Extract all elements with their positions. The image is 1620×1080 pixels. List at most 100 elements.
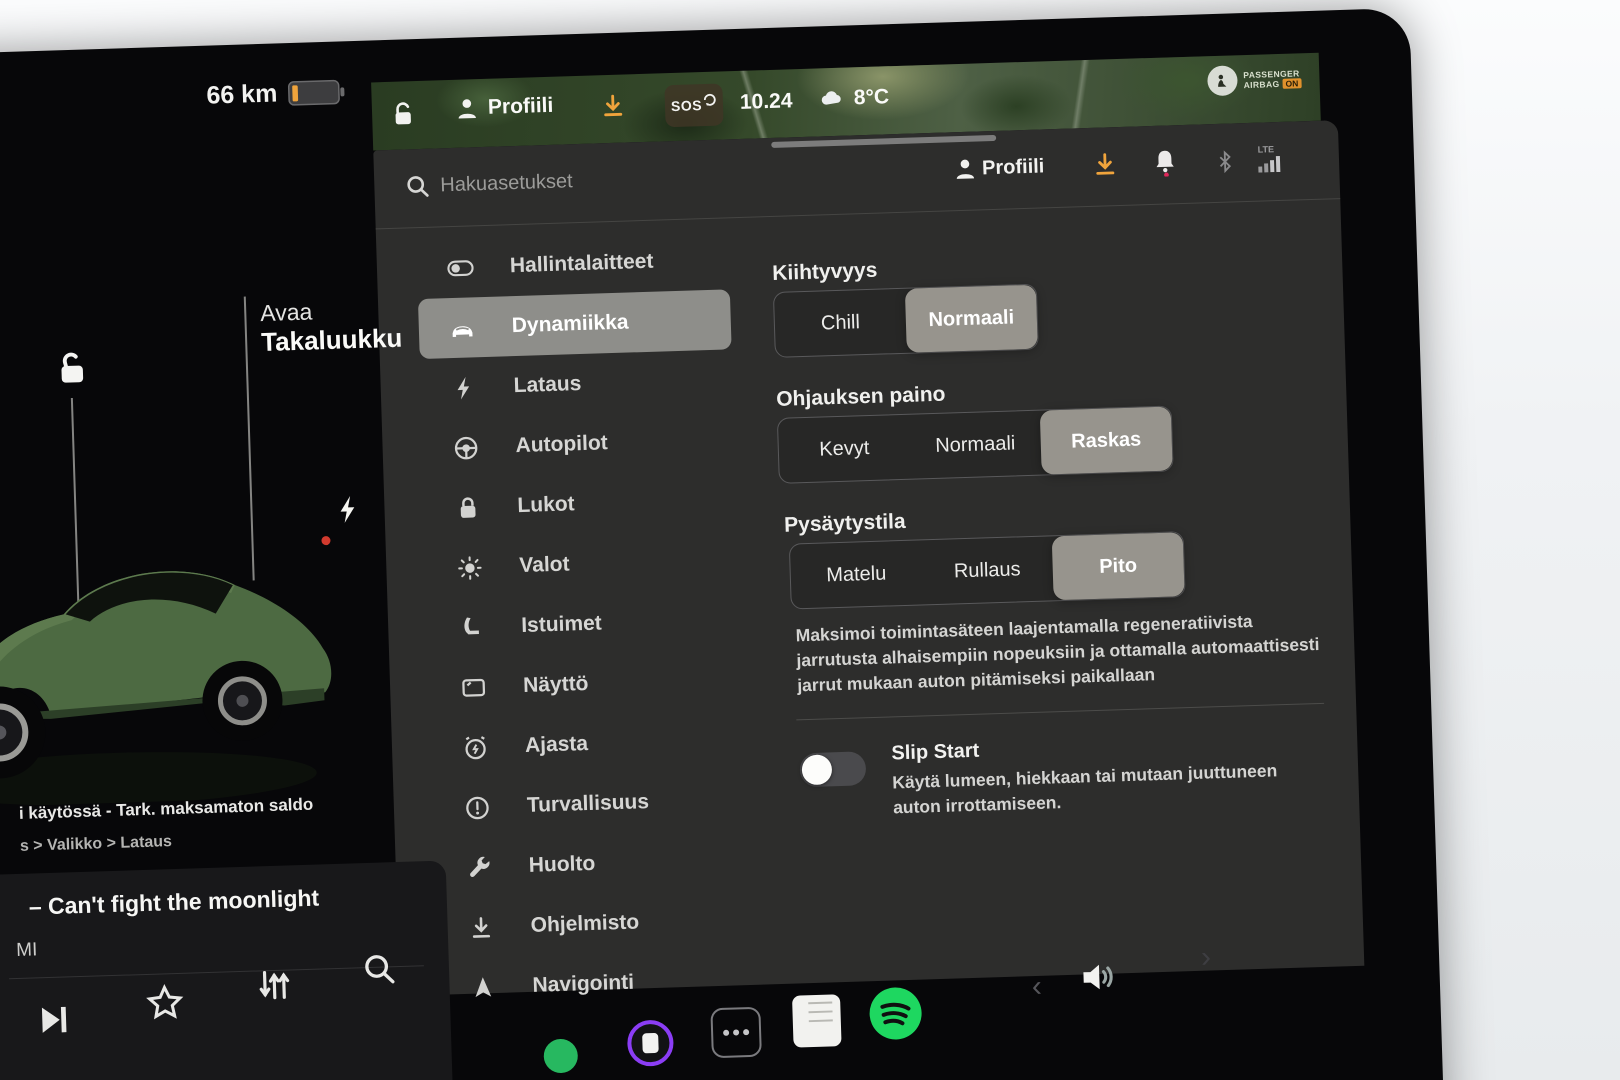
sidebar-label: Lukot (517, 492, 575, 518)
sidebar-item-istuimet[interactable]: Istuimet (427, 589, 741, 659)
clock: 10.24 (740, 89, 793, 115)
temperature-value: 8°C (853, 85, 890, 110)
option-raskas[interactable]: Raskas (1039, 406, 1173, 475)
cloud-icon (821, 91, 841, 105)
steering-segmented: Kevyt Normaali Raskas (776, 405, 1174, 484)
option-pito[interactable]: Pito (1051, 532, 1185, 601)
steering-label: Ohjauksen paino (775, 382, 946, 411)
sidebar-item-naytto[interactable]: Näyttö (429, 649, 743, 719)
sidebar-item-ajasta[interactable]: Ajasta (431, 709, 745, 779)
sidebar-label: Istuimet (520, 611, 603, 638)
sidebar-label: Valot (518, 552, 570, 578)
alarm-icon (465, 735, 486, 759)
volume-icon[interactable] (1075, 955, 1120, 998)
dock-icon-notes-app[interactable] (792, 994, 842, 1048)
sidebar-item-ohjelmisto[interactable]: Ohjelmisto (437, 889, 751, 959)
sidebar-item-autopilot[interactable]: Autopilot (422, 409, 736, 479)
acceleration-label: Kiihtyvyys (771, 258, 878, 285)
acceleration-segmented: Chill Normaali (772, 283, 1039, 358)
display-icon (462, 678, 486, 697)
sidebar-label: Huolto (528, 851, 596, 877)
option-matelu[interactable]: Matelu (790, 540, 923, 608)
open-trunk-button[interactable]: Avaa Takaluukku (260, 296, 403, 358)
sidebar-label: Autopilot (515, 431, 609, 458)
stopping-label: Pysäytystila (783, 509, 906, 537)
download-icon (472, 916, 491, 938)
bolt-icon (457, 376, 470, 400)
seat-icon (464, 617, 479, 634)
search-input[interactable]: Hakuasetukset (440, 170, 573, 197)
volume-up-chevron[interactable]: › (1200, 941, 1211, 974)
option-normaali[interactable]: Normaali (904, 284, 1038, 353)
sos-refresh-icon (703, 94, 716, 106)
sidebar-item-navigointi[interactable]: Navigointi (439, 949, 753, 1019)
sidebar-item-lukot[interactable]: Lukot (424, 469, 738, 539)
option-chill[interactable]: Chill (774, 289, 907, 357)
sidebar-item-huolto[interactable]: Huolto (435, 829, 749, 899)
charging-status-line2: s > Valikko > Lataus (19, 833, 173, 855)
media-player: – Can't fight the moonlight MI (0, 860, 458, 1080)
slip-start-description: Käytä lumeen, hiekkaan tai mutaan juuttu… (892, 760, 1278, 818)
audio-app-glyph (642, 1032, 659, 1054)
dock-icon-spotify[interactable] (868, 986, 924, 1042)
profile-button-top[interactable]: Profiili (454, 93, 554, 122)
sos-label: SOS (670, 97, 703, 115)
weather: 8°C (817, 84, 889, 112)
sidebar-item-turvallisuus[interactable]: Turvallisuus (433, 769, 747, 839)
slip-start-toggle[interactable] (799, 751, 867, 788)
dynamics-content: Kiihtyvyys Chill Normaali Ohjauksen pain… (768, 121, 1339, 984)
option-rullaus[interactable]: Rullaus (921, 536, 1054, 604)
sidebar-label: Navigointi (532, 970, 635, 997)
sidebar-label: Lataus (513, 372, 582, 398)
alert-icon (466, 796, 489, 819)
next-track-icon[interactable] (34, 1000, 73, 1039)
airbag-state: ON (1282, 78, 1302, 89)
option-normaali-2[interactable]: Normaali (909, 411, 1042, 479)
divider (796, 702, 1325, 721)
sidebar-item-lataus[interactable]: Lataus (420, 349, 734, 419)
navigation-icon (475, 976, 492, 997)
track-title: – Can't fight the moonlight (28, 884, 320, 920)
track-artist: MI (15, 939, 38, 962)
sidebar-label: Näyttö (522, 671, 589, 697)
airbag-line2: AIRBAG (1243, 78, 1280, 91)
dock-icon-more-apps[interactable] (710, 1006, 762, 1059)
battery-icon (287, 79, 345, 106)
sidebar-item-dynamiikka[interactable]: Dynamiikka (417, 289, 732, 360)
wrench-icon (470, 856, 490, 877)
sidebar-label: Ajasta (524, 731, 589, 757)
volume-down-chevron[interactable]: ‹ (1031, 970, 1042, 1003)
dock-icon-audio-app[interactable] (626, 1019, 675, 1067)
steering-wheel-icon (454, 436, 478, 459)
settings-window: Hakuasetukset Profiili LTE Hallintalaitt… (373, 120, 1365, 997)
sidebar-item-valot[interactable]: Valot (425, 529, 739, 599)
favorite-star-icon[interactable] (145, 983, 184, 1022)
software-update-icon[interactable] (600, 92, 627, 119)
car-icon (452, 325, 473, 337)
toggle-icon (447, 259, 474, 276)
media-search-icon[interactable] (360, 950, 397, 987)
tesla-touchscreen: 66 km Profiili SOS 10.24 8°C PASSENGER A… (0, 7, 1447, 1080)
toggle-knob (801, 754, 833, 786)
settings-sidebar: Hallintalaitteet Dynamiikka Lataus Autop… (416, 229, 752, 1018)
trunk-target-label: Takaluukku (260, 322, 403, 358)
time-value: 10.24 (739, 89, 793, 114)
slip-start-title: Slip Start (891, 739, 980, 765)
stopping-segmented: Matelu Rullaus Pito (788, 531, 1186, 610)
sidebar-label: Turvallisuus (526, 790, 650, 817)
sos-badge[interactable]: SOS (664, 83, 724, 128)
passenger-airbag-badge: PASSENGER AIRBAG ON (1207, 63, 1302, 97)
airbag-icon (1207, 65, 1238, 97)
dock-icon-phone-app[interactable] (543, 1038, 579, 1074)
vehicle-unlocked-icon[interactable] (390, 101, 417, 128)
option-kevyt[interactable]: Kevyt (778, 415, 911, 483)
audio-settings-icon[interactable] (255, 965, 294, 1004)
sidebar-item-hallintalaitteet[interactable]: Hallintalaitteet (416, 229, 730, 299)
unlock-icon[interactable] (51, 349, 90, 388)
car-image (0, 571, 332, 806)
range-value: 66 km (206, 79, 278, 110)
sidebar-label: Dynamiikka (511, 310, 629, 338)
battery-range: 66 km (206, 77, 346, 110)
photo-stage: 66 km Profiili SOS 10.24 8°C PASSENGER A… (0, 0, 1620, 1080)
lock-icon (460, 496, 476, 518)
